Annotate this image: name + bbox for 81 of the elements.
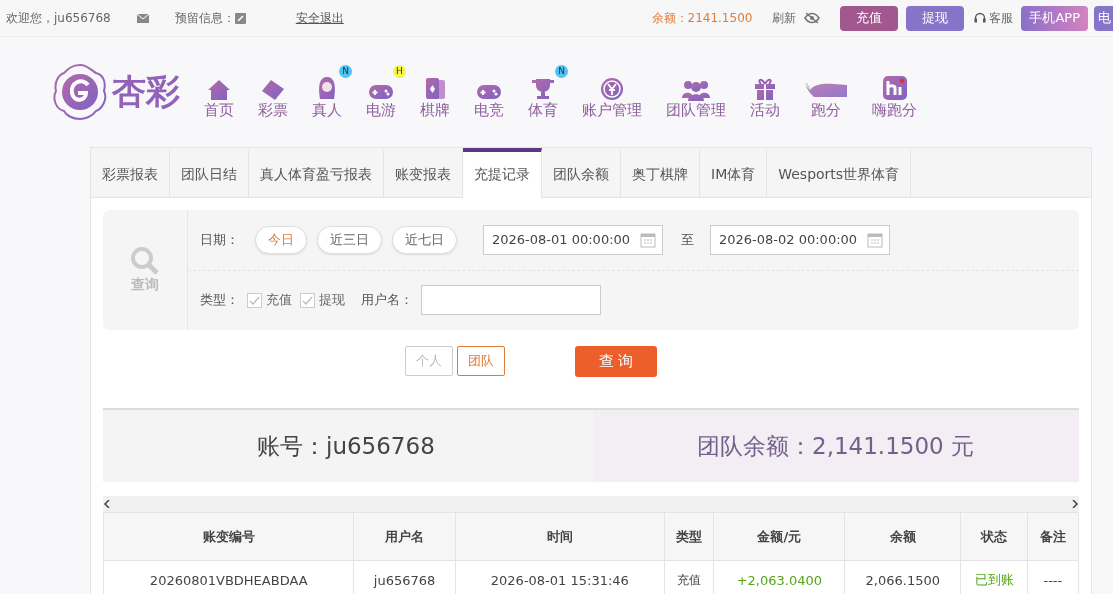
balance-text: 余额：2141.1500 [651, 9, 753, 27]
nav-item[interactable]: 棋牌 [410, 64, 460, 120]
message-label: 预留信息： [174, 9, 235, 27]
ticket-icon [261, 78, 285, 101]
calendar-icon[interactable] [640, 231, 656, 248]
nav-item[interactable]: 彩票 [248, 64, 298, 120]
report-tab[interactable]: IM体育 [700, 148, 768, 197]
people-icon [682, 78, 710, 101]
service-link[interactable]: 客服 [989, 9, 1014, 27]
date-range-button[interactable]: 近三日 [317, 225, 382, 254]
search-panel-label: 查询 [131, 276, 159, 294]
nav-item[interactable]: 活动 [740, 64, 790, 120]
date-range-button[interactable]: 近七日 [392, 225, 457, 254]
withdraw-button[interactable]: 提现 [906, 5, 965, 31]
house-icon [207, 78, 231, 101]
logo-text: 杏彩 [112, 70, 180, 113]
type-label: 类型： [200, 291, 239, 310]
cards-icon [423, 76, 447, 101]
username-field[interactable] [421, 285, 601, 316]
date-range-button[interactable]: 今日 [255, 225, 307, 254]
report-tab[interactable]: 奥丁棋牌 [621, 148, 700, 197]
trophy-icon [531, 76, 555, 101]
welcome-text: 欢迎您，ju656768 [6, 9, 111, 27]
mobile-app-button[interactable]: 手机APP [1021, 5, 1088, 31]
table-cell: 20260801VBDHEABDAA [103, 560, 354, 594]
username-label: 用户名： [361, 291, 413, 310]
nav-item[interactable]: 跑分 [794, 64, 858, 120]
report-tab[interactable]: 团队日结 [170, 148, 249, 197]
edit-icon [234, 12, 246, 24]
type-checkbox[interactable] [247, 292, 262, 308]
yen-coin-icon [600, 76, 624, 101]
start-date-field[interactable]: 2026-08-01 00:00:00 [483, 224, 663, 255]
account-text: 账号：ju656768 [257, 431, 435, 461]
nav-item[interactable]: 嗨跑分 [862, 64, 927, 120]
menu-button[interactable]: 电 [1094, 5, 1113, 31]
column-header: 余额 [844, 512, 961, 561]
nav-item[interactable]: 电游 H [356, 64, 406, 120]
team-balance-text: 团队余额：2,141.1500 元 [697, 431, 974, 461]
nav-item[interactable]: 账户管理 [572, 64, 652, 120]
column-header: 时间 [455, 512, 665, 561]
mail-icon [136, 13, 149, 23]
report-tab[interactable]: 彩票报表 [91, 148, 170, 197]
column-header: 金额/元 [713, 512, 845, 561]
logo-emblem-icon [52, 63, 108, 121]
calendar-icon[interactable] [867, 231, 883, 248]
refresh-link[interactable]: 刷新 [772, 9, 797, 27]
nav-item[interactable]: 体育 N [518, 64, 568, 120]
report-tab[interactable]: 团队余额 [542, 148, 621, 197]
horizontal-scrollbar[interactable] [103, 496, 1079, 512]
column-header: 状态 [960, 512, 1028, 561]
column-header: 备注 [1027, 512, 1079, 561]
headset-icon [974, 12, 987, 24]
nav-item[interactable]: 真人 N [302, 64, 352, 120]
nav-badge: N [339, 64, 352, 78]
range-separator: 至 [681, 230, 694, 249]
report-tab[interactable]: Wesports世界体育 [767, 148, 912, 197]
end-date-field[interactable]: 2026-08-02 00:00:00 [710, 224, 890, 255]
type-checkbox[interactable] [300, 292, 315, 308]
nav-badge: N [555, 64, 568, 78]
logout-link[interactable]: 安全退出 [295, 9, 344, 27]
nav-item[interactable]: 团队管理 [656, 64, 736, 120]
nav-badge: H [393, 64, 406, 78]
type-option-label: 充值 [266, 291, 292, 310]
gift-icon [753, 76, 777, 101]
hi-app-icon [881, 74, 908, 101]
nav-item[interactable]: 首页 [194, 64, 244, 120]
scroll-left-icon[interactable] [103, 500, 111, 508]
query-button[interactable]: 查 询 [575, 345, 657, 377]
nav-item[interactable]: 电竞 [464, 64, 514, 120]
deposit-button[interactable]: 充值 [840, 5, 899, 31]
eye-slash-icon[interactable] [804, 12, 821, 24]
report-tab[interactable]: 充提记录 [463, 148, 542, 198]
scope-button[interactable]: 团队 [457, 346, 505, 376]
date-label: 日期： [200, 230, 239, 249]
column-header: 用户名 [353, 512, 456, 561]
search-icon [130, 246, 160, 276]
scroll-right-icon[interactable] [1071, 500, 1079, 508]
report-tab[interactable]: 真人体育盈亏报表 [249, 148, 384, 197]
column-header: 账变编号 [103, 512, 354, 561]
column-header: 类型 [664, 512, 714, 561]
type-option-label: 提现 [319, 291, 345, 310]
